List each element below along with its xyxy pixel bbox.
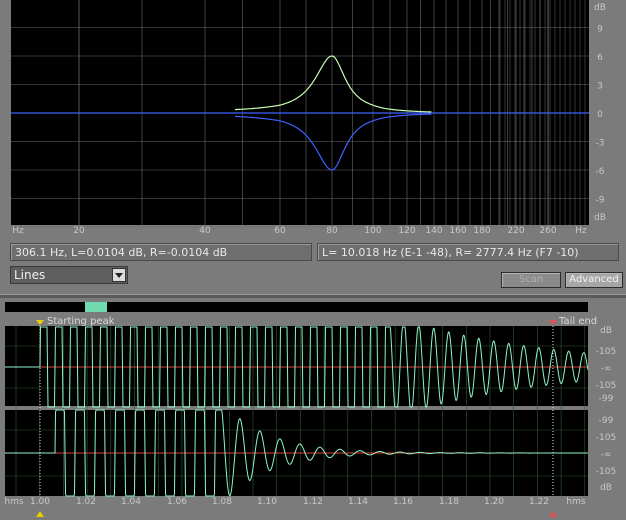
eq-response-graph[interactable]: dB 9 6 3 0 -3 -6 -9 dB Hz 20 40 60 80 100 120 140 160 180…	[0, 0, 626, 238]
time-tick-label: hms	[566, 497, 585, 507]
waveform-panel[interactable]: Starting peak Tail end dB -105 -∞ -105 -99 -…	[0, 312, 626, 520]
eq-x-tick-label: 260	[539, 226, 556, 236]
range-readout: L= 10.018 Hz (E-1 -48), R= 2777.4 Hz (F7…	[317, 243, 619, 261]
time-tick-label: 1.12	[303, 497, 323, 507]
wave-bottom-y-tick-label: dB	[600, 483, 612, 493]
chevron-down-icon[interactable]	[112, 268, 126, 282]
start-marker-label: Starting peak	[47, 316, 115, 327]
eq-x-tick-label: 220	[507, 226, 524, 236]
cursor-readout: 306.1 Hz, L=0.0104 dB, R=-0.0104 dB	[10, 243, 312, 261]
time-tick-label: 1.06	[167, 497, 187, 507]
time-tick-label: 1.04	[121, 497, 141, 507]
eq-x-tick-label: 80	[326, 226, 338, 236]
display-mode-select[interactable]: Lines	[10, 266, 128, 284]
scan-button[interactable]: Scan	[501, 272, 561, 288]
time-tick-label: 1.20	[484, 497, 504, 507]
eq-y-tick-label: 6	[597, 53, 603, 63]
tail-cursor-icon[interactable]	[549, 511, 557, 517]
panel-divider	[0, 294, 626, 298]
eq-x-tick-label: 40	[199, 226, 211, 236]
wave-top-y-tick-label: -105	[596, 381, 616, 391]
wave-bottom-y-axis: -99 -105 -∞ -105 dB	[596, 416, 616, 493]
start-marker[interactable]: Starting peak	[36, 316, 115, 327]
tail-marker-icon[interactable]	[549, 320, 557, 325]
eq-y-tick-label: -3	[596, 139, 605, 149]
eq-y-tick-label: -9	[596, 196, 605, 206]
eq-x-tick-label: 180	[473, 226, 490, 236]
advanced-button[interactable]: Advanced	[565, 272, 623, 288]
wave-top-y-tick-label: -99	[599, 394, 614, 404]
start-marker-icon[interactable]	[36, 320, 44, 325]
tail-marker[interactable]: Tail end	[549, 316, 597, 327]
eq-x-tick-label: 120	[398, 226, 415, 236]
eq-x-tick-label: Hz	[575, 226, 587, 236]
time-tick-label: 1.22	[529, 497, 549, 507]
eq-y-tick-label: -6	[596, 167, 605, 177]
wave-top-y-tick-label: -105	[596, 347, 616, 357]
time-axis: hms 1.00 1.02 1.04 1.06 1.08 1.10 1.12 1.14 1.16 1…	[4, 497, 585, 507]
time-tick-label: 1.10	[257, 497, 277, 507]
time-tick-label: 1.08	[212, 497, 232, 507]
overview-scrollbar[interactable]	[5, 302, 588, 312]
wave-top-y-tick-label: -∞	[601, 364, 612, 374]
wave-bottom-y-tick-label: -99	[599, 416, 614, 426]
eq-y-tick-label: dB	[594, 3, 606, 13]
display-mode-value: Lines	[14, 268, 46, 282]
eq-y-tick-label: 3	[597, 82, 603, 92]
eq-x-tick-label: 20	[73, 226, 85, 236]
eq-x-tick-label: 60	[274, 226, 286, 236]
tail-marker-label: Tail end	[558, 316, 597, 327]
eq-y-tick-label: 0	[597, 110, 603, 120]
eq-x-tick-label: 100	[364, 226, 381, 236]
time-tick-label: 1.02	[76, 497, 96, 507]
wave-bottom-y-tick-label: -105	[596, 433, 616, 443]
wave-bottom-y-tick-label: -105	[596, 467, 616, 477]
eq-y-tick-label: 9	[597, 25, 603, 35]
time-tick-label: 1.18	[439, 497, 459, 507]
time-tick-label: 1.00	[30, 497, 50, 507]
wave-top-y-axis: dB -105 -∞ -105 -99	[596, 326, 616, 404]
time-tick-label: 1.16	[393, 497, 413, 507]
eq-y-tick-label: dB	[594, 213, 606, 223]
time-tick-label: hms	[4, 497, 23, 507]
eq-x-tick-label: 160	[449, 226, 466, 236]
scrollbar-thumb[interactable]	[85, 302, 107, 312]
start-cursor-icon[interactable]	[36, 511, 44, 517]
wave-bottom-y-tick-label: -∞	[601, 450, 612, 460]
eq-x-tick-label: Hz	[12, 226, 24, 236]
time-tick-label: 1.14	[348, 497, 368, 507]
eq-x-tick-label: 140	[425, 226, 442, 236]
wave-top-y-tick-label: dB	[600, 326, 612, 336]
